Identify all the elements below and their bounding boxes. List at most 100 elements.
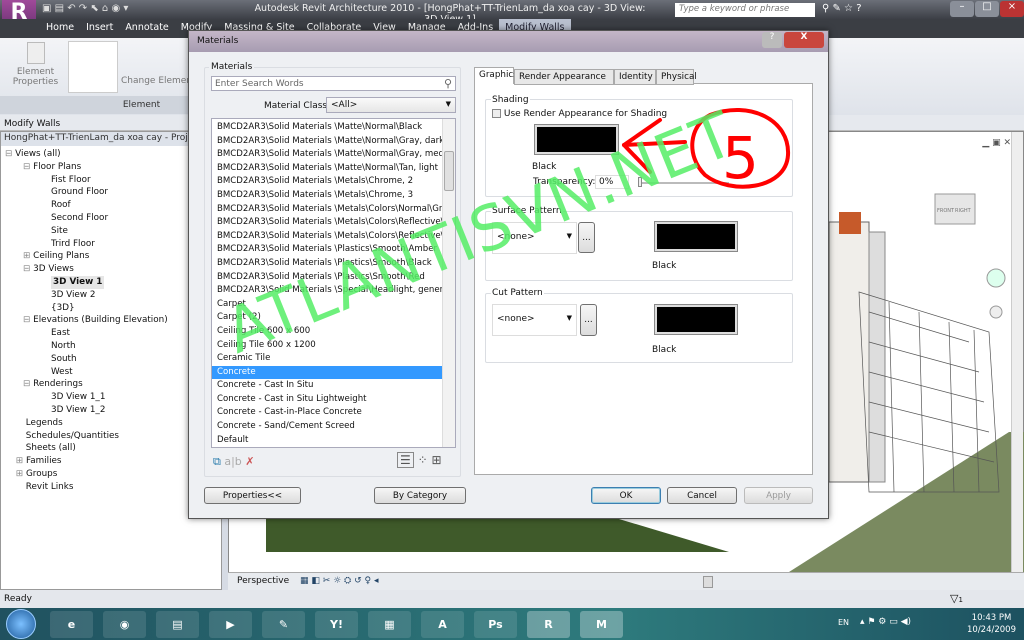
- tab-graphics[interactable]: Graphics: [474, 67, 518, 84]
- material-list-item[interactable]: BMCD2AR3\Solid Materials \Metals\Colors\…: [212, 216, 442, 230]
- cancel-button[interactable]: Cancel: [667, 487, 737, 504]
- ribbon-tab-annotate[interactable]: Annotate: [119, 19, 174, 36]
- cut-pattern-browse-button[interactable]: ...: [580, 304, 597, 336]
- material-list-item[interactable]: BMCD2AR3\Solid Materials \Metals\Colors\…: [212, 203, 442, 217]
- browser-item[interactable]: 3D View 1_1: [5, 391, 217, 404]
- dialog-close-button[interactable]: X: [784, 32, 824, 48]
- tab-identity[interactable]: Identity: [614, 69, 656, 85]
- material-list-item[interactable]: BMCD2AR3\Solid Materials \Plastics\Smoot…: [212, 243, 442, 257]
- material-list-item[interactable]: BMCD2AR3\Solid Materials \Matte\Normal\T…: [212, 162, 442, 176]
- vertical-scrollbar[interactable]: [1011, 132, 1023, 572]
- expand-icon[interactable]: ⊞: [23, 251, 33, 261]
- scroll-thumb[interactable]: [444, 151, 454, 191]
- checkbox[interactable]: [492, 109, 501, 118]
- transparency-input[interactable]: 0%: [595, 175, 629, 189]
- material-list-item[interactable]: BMCD2AR3\Solid Materials \Plastics\Smoot…: [212, 271, 442, 285]
- browser-item[interactable]: East: [5, 327, 217, 340]
- apply-button[interactable]: Apply: [744, 487, 813, 504]
- material-list-item[interactable]: BMCD2AR3\Solid Materials \Plastics\Smoot…: [212, 257, 442, 271]
- material-list-item[interactable]: BMCD2AR3\Solid Materials \Matte\Normal\B…: [212, 121, 442, 135]
- browser-item[interactable]: ⊞ Ceiling Plans: [5, 250, 217, 263]
- browser-item[interactable]: Second Floor: [5, 212, 217, 225]
- material-list-item[interactable]: BMCD2AR3\Solid Materials \Metals\Colors\…: [212, 230, 442, 244]
- list-view-icon[interactable]: ☰: [397, 452, 414, 468]
- help-search-input[interactable]: Type a keyword or phrase: [675, 3, 815, 17]
- help-toolbar[interactable]: ⚲ ✎ ☆ ?: [822, 3, 862, 14]
- close-button[interactable]: ×: [1000, 1, 1024, 17]
- browser-item[interactable]: Fist Floor: [5, 174, 217, 187]
- browser-item[interactable]: West: [5, 366, 217, 379]
- horizontal-scroll-thumb[interactable]: [703, 576, 713, 588]
- tab-physical[interactable]: Physical: [656, 69, 697, 85]
- rename-icon[interactable]: a|b: [224, 455, 241, 468]
- browser-item[interactable]: Ground Floor: [5, 186, 217, 199]
- start-button[interactable]: [6, 609, 36, 639]
- by-category-button[interactable]: By Category: [374, 487, 466, 504]
- large-icons-icon[interactable]: ⊞: [431, 453, 441, 467]
- search-icon[interactable]: ⚲: [444, 77, 452, 90]
- browser-item[interactable]: 3D View 1: [5, 275, 217, 289]
- material-list-item[interactable]: BMCD2AR3\Solid Materials \Matte\Normal\G…: [212, 135, 442, 149]
- internet-explorer-taskbar-icon[interactable]: e: [50, 611, 93, 638]
- yahoo-messenger-taskbar-icon[interactable]: Y!: [315, 611, 358, 638]
- material-class-select[interactable]: <All> ▼: [326, 97, 456, 113]
- material-list-item[interactable]: Carpet (2): [212, 311, 442, 325]
- expand-icon[interactable]: ⊞: [16, 469, 26, 479]
- surface-pattern-select[interactable]: <none> ▼: [492, 222, 577, 254]
- revit-taskbar-icon[interactable]: R: [527, 611, 570, 638]
- shading-color-swatch[interactable]: [534, 124, 619, 155]
- collapse-icon[interactable]: ⊟: [23, 264, 33, 274]
- maximize-button[interactable]: □: [975, 1, 999, 17]
- list-scrollbar[interactable]: [442, 119, 455, 447]
- material-list-item[interactable]: Concrete: [212, 365, 442, 380]
- browser-item[interactable]: North: [5, 340, 217, 353]
- type-selector[interactable]: [68, 41, 118, 93]
- 3ds-max-taskbar-icon[interactable]: M: [580, 611, 623, 638]
- clock[interactable]: 10:43 PM 10/24/2009: [967, 612, 1016, 636]
- photoshop-taskbar-icon[interactable]: Ps: [474, 611, 517, 638]
- material-list-item[interactable]: Concrete - Cast in Situ Lightweight: [212, 393, 442, 407]
- properties-toggle-button[interactable]: Properties<<: [204, 487, 301, 504]
- duplicate-icon[interactable]: ⧉: [213, 455, 221, 468]
- minimize-button[interactable]: –: [950, 1, 974, 17]
- change-element-type[interactable]: Change Element: [121, 76, 196, 86]
- browser-item[interactable]: 3D View 2: [5, 289, 217, 302]
- browser-item[interactable]: Legends: [5, 417, 217, 430]
- browser-item[interactable]: {3D}: [5, 302, 217, 315]
- browser-item[interactable]: Roof: [5, 199, 217, 212]
- material-search-input[interactable]: Enter Search Words ⚲: [211, 76, 456, 91]
- browser-item[interactable]: 3D View 1_2: [5, 404, 217, 417]
- material-list-item[interactable]: Carpet: [212, 298, 442, 312]
- material-list-item[interactable]: Ceramic Tile: [212, 352, 442, 366]
- browser-item[interactable]: ⊟ Elevations (Building Elevation): [5, 314, 217, 327]
- browser-item[interactable]: Schedules/Quantities: [5, 430, 217, 443]
- material-list-item[interactable]: Ceiling Tile 600 x 600: [212, 325, 442, 339]
- browser-item[interactable]: South: [5, 353, 217, 366]
- transparency-slider[interactable]: [639, 182, 729, 184]
- material-list-item[interactable]: BMCD2AR3\Solid Materials \Metals\Chrome,…: [212, 175, 442, 189]
- material-list-item[interactable]: Concrete - Cast In Situ: [212, 379, 442, 393]
- material-list-item[interactable]: BMCD2AR3\Solid Materials \Metals\Chrome,…: [212, 189, 442, 203]
- browser-item[interactable]: ⊟ Floor Plans: [5, 161, 217, 174]
- small-icons-icon[interactable]: ⁘: [418, 453, 428, 467]
- language-indicator[interactable]: EN: [838, 618, 849, 627]
- paint-taskbar-icon[interactable]: ✎: [262, 611, 305, 638]
- delete-icon[interactable]: ✗: [245, 455, 254, 468]
- material-list-item[interactable]: BMCD2AR3\Solid Materials \Special\Headli…: [212, 284, 442, 298]
- browser-item[interactable]: ⊟ Renderings: [5, 378, 217, 391]
- tray-icons[interactable]: ▴ ⚑ ⚙ ▭ ◀): [860, 617, 911, 627]
- browser-item[interactable]: ⊟ 3D Views: [5, 263, 217, 276]
- element-properties-button[interactable]: Element Properties: [8, 42, 63, 87]
- material-list-item[interactable]: BMCD2AR3\Solid Materials \Matte\Normal\G…: [212, 148, 442, 162]
- surface-pattern-browse-button[interactable]: ...: [578, 222, 595, 253]
- transparency-slider-thumb[interactable]: [638, 177, 642, 187]
- filter-icon[interactable]: ▽1: [950, 592, 963, 605]
- quick-access-toolbar[interactable]: ▣ ▤ ↶ ↷ ⬉ ⌂ ◉ ▾: [42, 3, 128, 14]
- collapse-icon[interactable]: ⊟: [23, 315, 33, 325]
- ribbon-tab-insert[interactable]: Insert: [80, 19, 119, 36]
- collapse-icon[interactable]: ⊟: [5, 149, 15, 159]
- control-panel-taskbar-icon[interactable]: ▦: [368, 611, 411, 638]
- material-list-item[interactable]: Ceiling Tile 600 x 1200: [212, 339, 442, 353]
- browser-item[interactable]: Revit Links: [5, 481, 217, 494]
- view-window-controls[interactable]: ▁ ▣ ✕: [982, 138, 1011, 148]
